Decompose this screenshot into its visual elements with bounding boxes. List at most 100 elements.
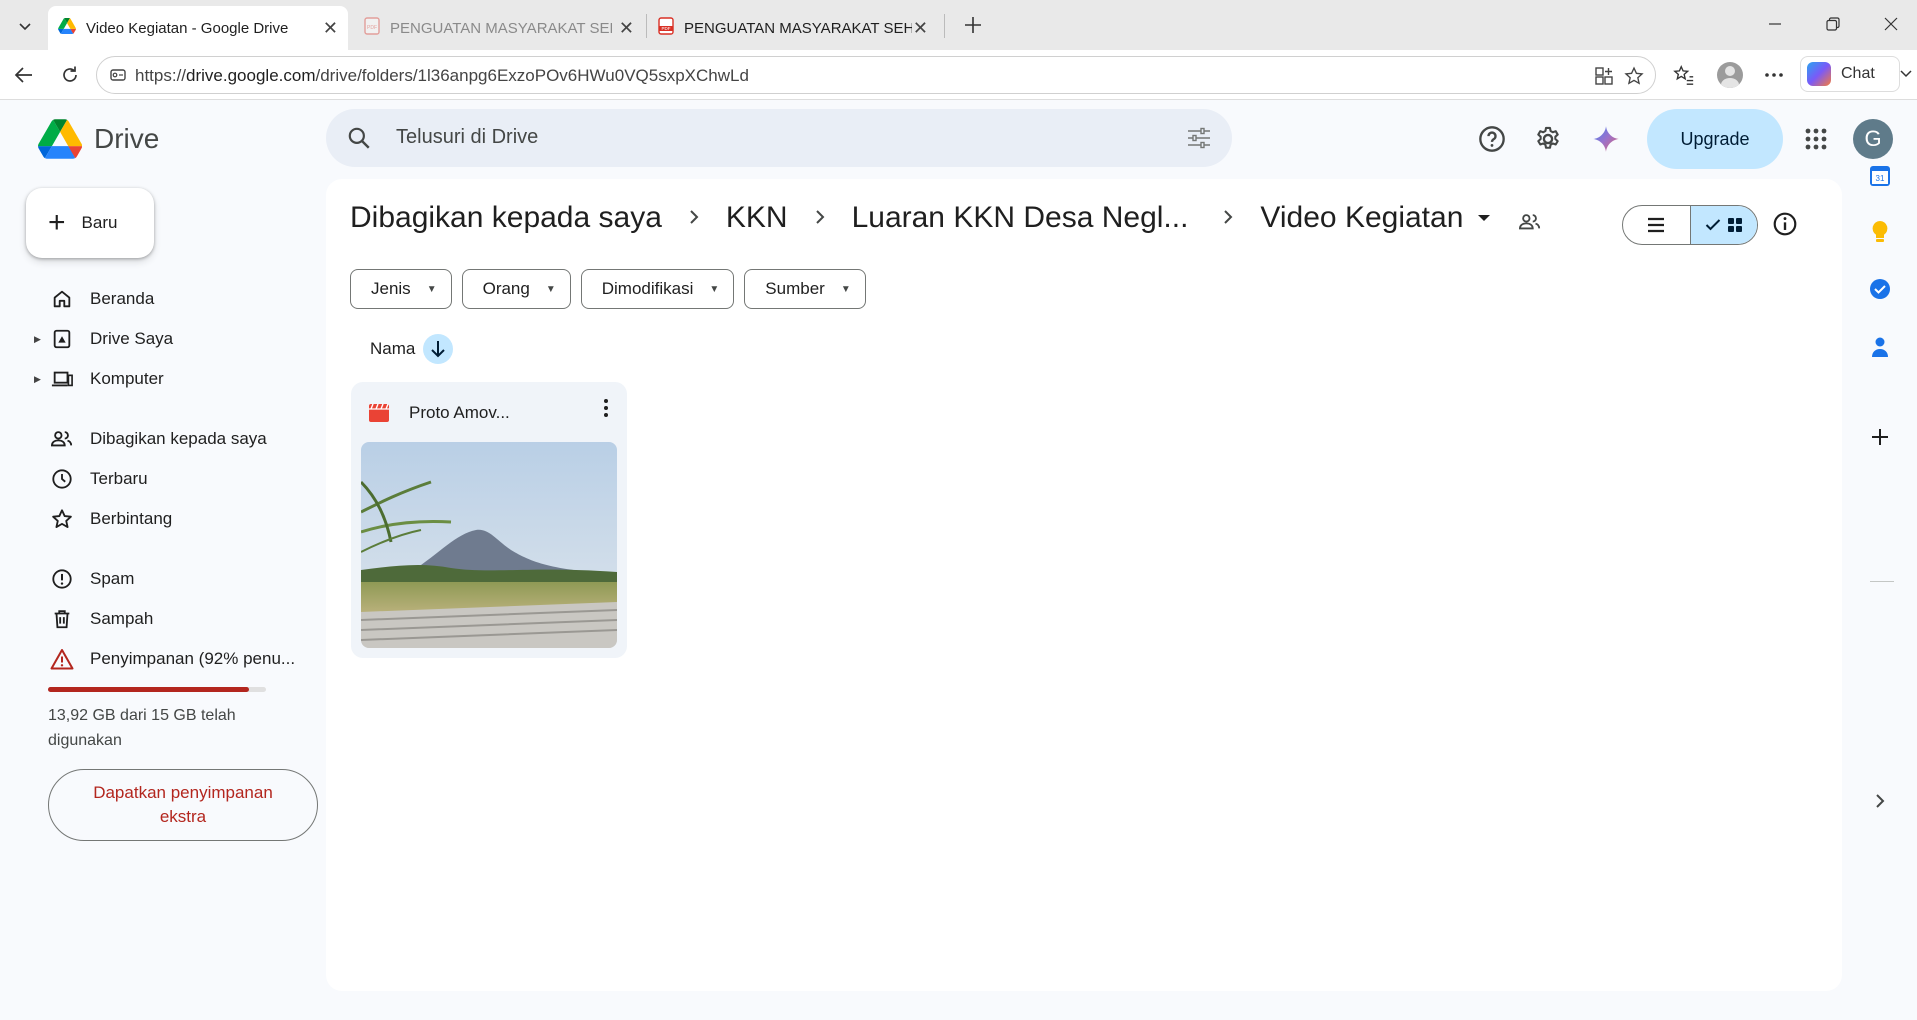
sidebar-item-label: Komputer xyxy=(90,369,164,388)
grid-view-button[interactable] xyxy=(1689,206,1757,244)
tasks-icon[interactable] xyxy=(1866,275,1894,303)
new-button[interactable]: + Baru xyxy=(26,188,154,258)
reload-button[interactable] xyxy=(54,59,86,91)
tab-separator xyxy=(944,14,945,38)
breadcrumb-item[interactable]: KKN xyxy=(726,201,788,235)
current-folder-menu[interactable]: Video Kegiatan xyxy=(1260,201,1491,235)
chevron-right-icon xyxy=(1222,205,1234,231)
list-view-button[interactable] xyxy=(1623,206,1690,244)
pdf-favicon-icon: PDF xyxy=(364,17,380,39)
tab-video-kegiatan[interactable]: Video Kegiatan - Google Drive ✕ xyxy=(48,6,348,50)
sidebar-item-beranda[interactable]: Beranda xyxy=(36,281,154,317)
warning-icon xyxy=(50,647,74,671)
video-thumbnail[interactable] xyxy=(361,442,617,648)
support-button[interactable] xyxy=(1472,119,1512,159)
filter-dimodifikasi[interactable]: Dimodifikasi ▼ xyxy=(580,269,735,309)
tab-list-button[interactable] xyxy=(8,9,42,43)
tab-close-icon[interactable]: ✕ xyxy=(619,18,634,39)
sidebar-item-sampah[interactable]: Sampah xyxy=(36,601,153,637)
filter-sumber[interactable]: Sumber ▼ xyxy=(744,269,866,309)
search-options-icon[interactable] xyxy=(1186,126,1212,155)
account-avatar[interactable]: G xyxy=(1853,119,1893,159)
filter-jenis[interactable]: Jenis ▼ xyxy=(350,269,452,309)
get-storage-button[interactable]: Dapatkan penyimpanan ekstra xyxy=(48,769,318,841)
sidebar-item-penyimpanan[interactable]: Penyimpanan (92% penu... xyxy=(36,641,295,677)
profile-button[interactable] xyxy=(1714,59,1746,91)
gemini-button[interactable] xyxy=(1586,119,1626,159)
svg-text:31: 31 xyxy=(1876,174,1885,183)
copilot-chat-button[interactable]: Chat xyxy=(1800,56,1912,92)
sidebar-item-berbintang[interactable]: Berbintang xyxy=(36,501,172,537)
favorites-button[interactable] xyxy=(1668,59,1700,91)
expand-arrow-icon[interactable]: ▶ xyxy=(34,334,41,345)
check-icon xyxy=(1705,219,1720,231)
sidebar-item-spam[interactable]: Spam xyxy=(36,561,134,597)
tab-close-icon[interactable]: ✕ xyxy=(913,18,928,39)
filter-label: Sumber xyxy=(765,279,825,298)
sidebar-item-terbaru[interactable]: Terbaru xyxy=(36,461,148,497)
restore-button[interactable] xyxy=(1810,8,1856,40)
sort-by-name[interactable]: Nama xyxy=(370,334,454,364)
app-available-icon[interactable] xyxy=(1593,65,1615,87)
info-icon[interactable] xyxy=(1772,211,1798,242)
upgrade-button[interactable]: Upgrade xyxy=(1647,109,1783,169)
tab-pdf-2[interactable]: PDF PENGUATAN MASYARAKAT SEHAT ✕ xyxy=(648,6,938,50)
storage-usage-text: 13,92 GB dari 15 GB telah digunakan xyxy=(48,707,236,749)
filter-label: Dimodifikasi xyxy=(601,279,694,298)
chevron-down-icon[interactable] xyxy=(1899,69,1913,79)
contacts-icon[interactable] xyxy=(1866,333,1894,361)
layout-toggle xyxy=(1622,205,1758,245)
site-info-icon[interactable] xyxy=(109,66,127,89)
home-icon xyxy=(50,287,74,311)
sidebar-item-label: Penyimpanan (92% penu... xyxy=(90,649,296,668)
get-addons-button[interactable] xyxy=(1866,423,1894,451)
address-bar[interactable]: https://drive.google.com/drive/folders/1… xyxy=(96,56,1656,94)
sidebar-item-dibagikan[interactable]: Dibagikan kepada saya xyxy=(36,421,267,457)
new-tab-button[interactable] xyxy=(958,10,988,40)
tab-pdf-1[interactable]: PDF PENGUATAN MASYARAKAT SEHAT ✕ xyxy=(354,6,644,50)
main-content: Dibagikan kepada saya KKN Luaran KKN Des… xyxy=(326,179,1842,991)
search-input[interactable]: Telusuri di Drive xyxy=(396,126,538,149)
expand-panel-button[interactable] xyxy=(1866,787,1894,815)
plus-icon: + xyxy=(48,206,66,239)
tab-separator xyxy=(646,14,647,38)
favorite-star-icon[interactable] xyxy=(1623,65,1645,87)
calendar-icon[interactable]: 31 xyxy=(1866,162,1894,190)
close-window-button[interactable] xyxy=(1868,8,1914,40)
reload-icon xyxy=(63,66,77,82)
sidebar-item-drive-saya[interactable]: ▶ Drive Saya xyxy=(34,321,173,357)
sort-direction-button[interactable] xyxy=(423,334,454,364)
chevron-right-icon xyxy=(1876,794,1885,808)
folder-shared-icon[interactable] xyxy=(1518,211,1542,238)
more-actions-button[interactable] xyxy=(603,398,609,423)
clock-icon xyxy=(50,467,74,491)
chevron-right-icon xyxy=(688,205,700,231)
back-button[interactable] xyxy=(8,59,40,91)
expand-arrow-icon[interactable]: ▶ xyxy=(34,374,41,385)
search-bar[interactable]: Telusuri di Drive xyxy=(326,109,1232,167)
spam-icon xyxy=(50,567,74,591)
shared-people-icon xyxy=(50,427,74,451)
sidebar-item-komputer[interactable]: ▶ Komputer xyxy=(34,361,164,397)
arrow-down-icon xyxy=(431,341,446,358)
keep-icon[interactable] xyxy=(1866,218,1894,246)
sidebar-item-label: Berbintang xyxy=(90,509,173,528)
settings-more-button[interactable] xyxy=(1758,59,1790,91)
minimize-button[interactable] xyxy=(1752,8,1798,40)
search-icon[interactable] xyxy=(346,125,372,156)
sort-label: Nama xyxy=(370,339,416,358)
filter-orang[interactable]: Orang ▼ xyxy=(461,269,571,309)
tab-close-icon[interactable]: ✕ xyxy=(323,18,338,39)
chat-label: Chat xyxy=(1841,65,1875,82)
google-apps-button[interactable] xyxy=(1796,119,1836,159)
breadcrumb-item[interactable]: Dibagikan kepada saya xyxy=(350,201,662,235)
caret-down-icon: ▼ xyxy=(426,283,437,295)
copilot-icon xyxy=(1807,62,1831,86)
file-card[interactable]: Proto Amov... xyxy=(351,382,627,658)
drive-logo-text: Drive xyxy=(94,123,160,154)
breadcrumb-item[interactable]: Luaran KKN Desa Negl... xyxy=(852,201,1189,235)
settings-button[interactable] xyxy=(1528,119,1568,159)
caret-down-icon xyxy=(1478,215,1491,221)
sidebar-item-label: Beranda xyxy=(90,289,155,308)
drive-logo[interactable]: Drive xyxy=(38,119,159,159)
